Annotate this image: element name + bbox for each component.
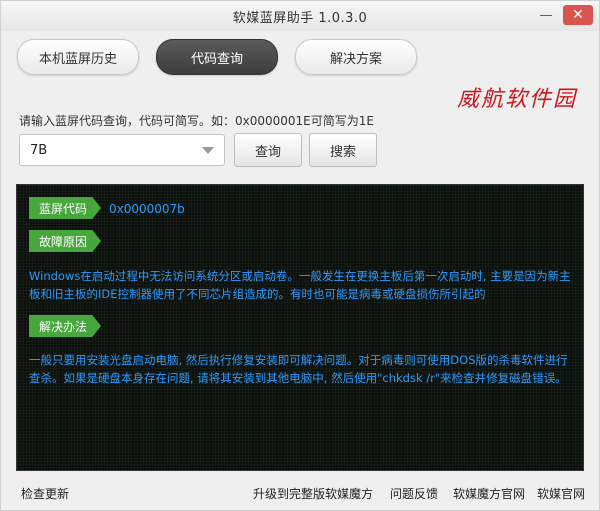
solution-text: 一般只要用安装光盘启动电脑, 然后执行修复安装即可解决问题。对于病毒则可使用DO…: [29, 353, 568, 385]
title-bar[interactable]: 软媒蓝屏助手 1.0.3.0 — ✕: [1, 1, 599, 31]
minimize-icon[interactable]: —: [533, 5, 559, 25]
query-button[interactable]: 查询: [234, 133, 302, 167]
result-panel: 蓝屏代码 0x0000007b 故障原因 Windows在启动过程中无法访问系统…: [16, 184, 584, 471]
upgrade-link[interactable]: 升级到完整版软媒魔方: [253, 485, 373, 502]
close-icon[interactable]: ✕: [563, 5, 593, 25]
solution-tag: 解决办法: [29, 315, 102, 337]
cause-text: Windows在启动过程中无法访问系统分区或启动卷。一般发生在更换主板后第一次启…: [29, 269, 571, 301]
query-hint: 请输入蓝屏代码查询，代码可简写。如：0x0000001E可简写为1E: [19, 114, 374, 128]
chevron-down-icon[interactable]: [202, 147, 214, 154]
cause-tag: 故障原因: [29, 230, 102, 252]
check-update-link[interactable]: 检查更新: [21, 485, 69, 502]
tab-local-history[interactable]: 本机蓝屏历史: [17, 39, 139, 75]
app-window: 软媒蓝屏助手 1.0.3.0 — ✕ 本机蓝屏历史 代码查询 解决方案 威航软件…: [0, 0, 600, 511]
mofang-site-link[interactable]: 软媒魔方官网: [453, 485, 525, 502]
code-select-value: 7B: [30, 142, 48, 158]
code-select[interactable]: 7B: [19, 134, 225, 166]
tab-code-query[interactable]: 代码查询: [156, 39, 278, 75]
code-value: 0x0000007b: [109, 202, 185, 216]
search-button[interactable]: 搜索: [309, 133, 377, 167]
tab-bar: 本机蓝屏历史 代码查询 解决方案: [17, 39, 417, 75]
window-title: 软媒蓝屏助手 1.0.3.0: [232, 10, 368, 26]
ruanmei-site-link[interactable]: 软媒官网: [537, 485, 585, 502]
tab-solutions[interactable]: 解决方案: [295, 39, 417, 75]
footer-bar: 检查更新 升级到完整版软媒魔方 问题反馈 软媒魔方官网 软媒官网: [1, 479, 599, 509]
code-tag: 蓝屏代码: [29, 197, 102, 219]
watermark-logo: 威航软件园: [456, 87, 577, 112]
feedback-link[interactable]: 问题反馈: [390, 485, 438, 502]
